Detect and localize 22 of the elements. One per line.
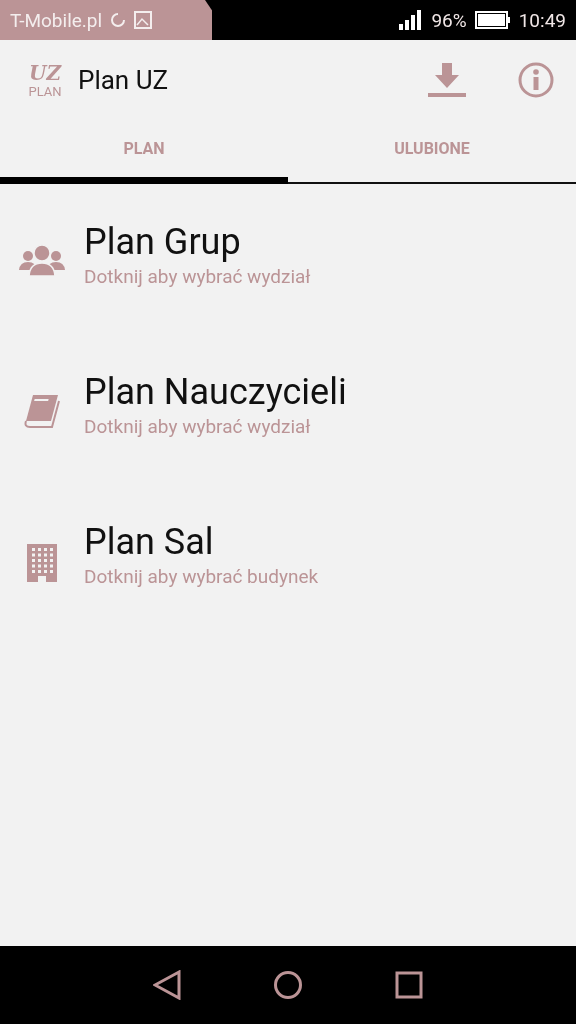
list-item-subtitle: Dotknij aby wybrać wydział bbox=[84, 265, 311, 289]
battery-percent: 96% bbox=[431, 8, 467, 32]
list-item-title[interactable]: Plan Sal bbox=[84, 522, 319, 564]
back-button[interactable] bbox=[153, 970, 181, 1000]
recents-button[interactable] bbox=[395, 971, 423, 999]
book-icon bbox=[24, 394, 60, 428]
image-icon bbox=[134, 11, 153, 29]
logo-mark: UZ bbox=[28, 62, 61, 83]
carrier-name: T-Mobile.pl bbox=[10, 8, 103, 32]
group-icon bbox=[19, 244, 65, 276]
logo-caption: PLAN bbox=[28, 84, 62, 98]
list-item-title[interactable]: Plan Nauczycieli bbox=[84, 372, 347, 414]
sync-icon bbox=[110, 12, 127, 28]
list-item-subtitle: Dotknij aby wybrać wydział bbox=[84, 415, 312, 439]
home-button[interactable] bbox=[273, 970, 303, 1000]
signal-icon bbox=[399, 10, 424, 30]
app-title: Plan UZ bbox=[78, 65, 169, 95]
battery-icon bbox=[474, 11, 511, 29]
clock-time: 10:49 bbox=[518, 8, 566, 32]
list-item-subtitle: Dotknij aby wybrać budynek bbox=[84, 565, 319, 589]
building-icon bbox=[27, 544, 57, 582]
list-item-title[interactable]: Plan Grup bbox=[84, 222, 311, 264]
